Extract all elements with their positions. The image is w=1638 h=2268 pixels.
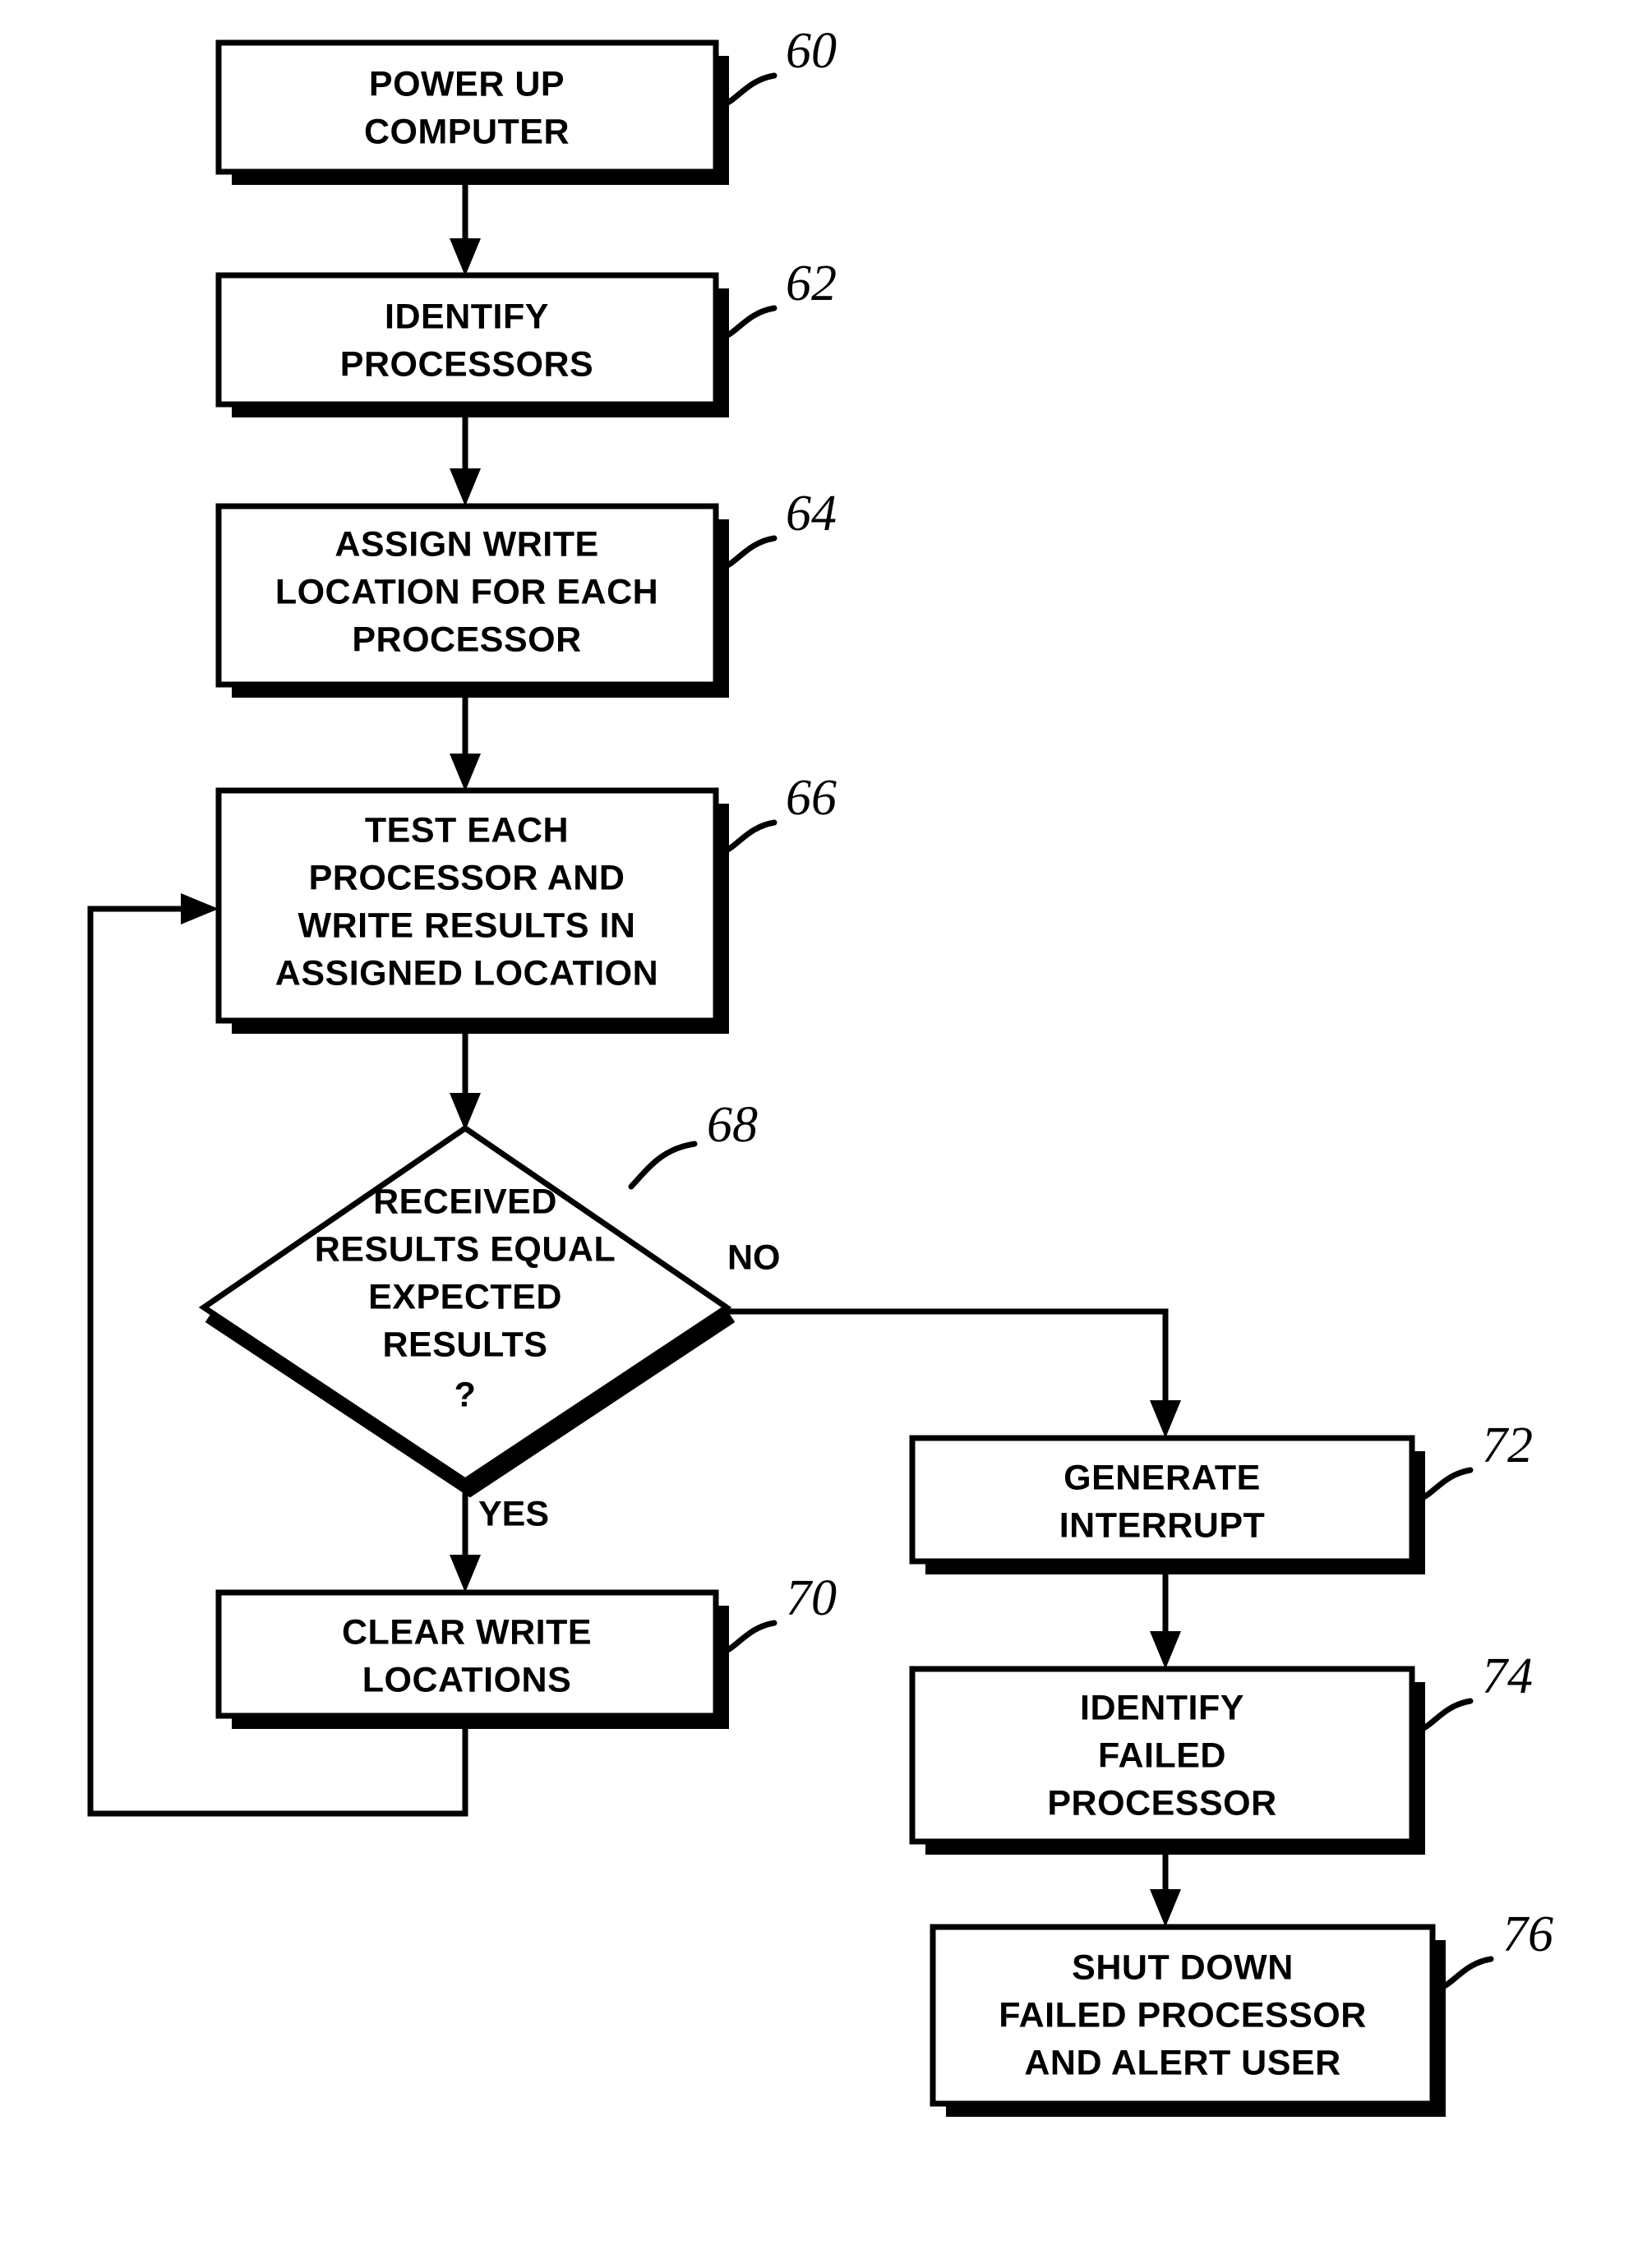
node-66-line-1: TEST EACH bbox=[365, 810, 569, 850]
node-66-line-2: PROCESSOR AND bbox=[309, 858, 625, 897]
node-74-line-1: IDENTIFY bbox=[1080, 1688, 1244, 1727]
node-64-line-3: PROCESSOR bbox=[352, 620, 581, 659]
flowchart-canvas: POWER UP COMPUTER 60 IDENTIFY PROCESSORS… bbox=[0, 0, 1638, 2268]
node-60-line-1: POWER UP bbox=[369, 64, 565, 104]
edge-62-to-64 bbox=[450, 413, 481, 506]
node-68-line-2: RESULTS EQUAL bbox=[315, 1229, 616, 1269]
edge-72-to-74 bbox=[1150, 1571, 1181, 1669]
node-70-line-2: LOCATIONS bbox=[362, 1660, 572, 1699]
edge-68-yes-to-70 bbox=[450, 1479, 481, 1593]
node-shut-down-failed-processor[interactable]: SHUT DOWN FAILED PROCESSOR AND ALERT USE… bbox=[930, 1924, 1446, 2117]
node-66-line-3: WRITE RESULTS IN bbox=[298, 906, 636, 945]
node-76-line-2: FAILED PROCESSOR bbox=[999, 1995, 1367, 2035]
edge-64-to-66 bbox=[450, 697, 481, 791]
node-assign-write-location[interactable]: ASSIGN WRITE LOCATION FOR EACH PROCESSOR bbox=[215, 503, 729, 698]
ref-number-70: 70 bbox=[786, 1570, 837, 1626]
ref-number-76: 76 bbox=[1502, 1906, 1553, 1962]
node-60-line-2: COMPUTER bbox=[364, 112, 570, 151]
node-68-line-1: RECEIVED bbox=[373, 1182, 557, 1221]
node-clear-write-locations[interactable]: CLEAR WRITE LOCATIONS bbox=[215, 1589, 729, 1729]
node-64-line-1: ASSIGN WRITE bbox=[335, 524, 598, 564]
edge-label-no: NO bbox=[727, 1238, 781, 1277]
ref-number-64: 64 bbox=[786, 486, 837, 542]
node-76-line-3: AND ALERT USER bbox=[1024, 2043, 1340, 2082]
ref-number-74: 74 bbox=[1482, 1648, 1533, 1704]
node-62-line-1: IDENTIFY bbox=[385, 297, 549, 336]
ref-number-72: 72 bbox=[1482, 1418, 1533, 1473]
node-70-line-1: CLEAR WRITE bbox=[342, 1612, 592, 1652]
node-68-line-4: RESULTS bbox=[383, 1325, 548, 1364]
node-74-line-3: PROCESSOR bbox=[1047, 1783, 1276, 1823]
edge-label-yes: YES bbox=[478, 1494, 549, 1533]
ref-number-62: 62 bbox=[786, 256, 837, 311]
node-72-line-2: INTERRUPT bbox=[1059, 1505, 1266, 1545]
node-68-line-3: EXPECTED bbox=[368, 1277, 562, 1316]
node-64-line-2: LOCATION FOR EACH bbox=[275, 572, 658, 611]
edge-68-no-to-72 bbox=[727, 1308, 1181, 1438]
edge-60-to-62 bbox=[450, 182, 481, 276]
ref-number-68: 68 bbox=[707, 1097, 758, 1153]
node-generate-interrupt[interactable]: GENERATE INTERRUPT bbox=[909, 1435, 1425, 1574]
node-identify-processors[interactable]: IDENTIFY PROCESSORS bbox=[215, 272, 729, 417]
ref-number-66: 66 bbox=[786, 770, 837, 826]
node-72-line-1: GENERATE bbox=[1064, 1458, 1261, 1497]
node-results-equal-decision[interactable]: RECEIVED RESULTS EQUAL EXPECTED RESULTS … bbox=[198, 1124, 736, 1498]
node-68-line-5: ? bbox=[454, 1375, 477, 1414]
node-76-line-1: SHUT DOWN bbox=[1072, 1948, 1294, 1987]
node-62-line-2: PROCESSORS bbox=[340, 344, 593, 384]
node-74-line-2: FAILED bbox=[1098, 1736, 1226, 1775]
ref-leader-68 bbox=[628, 1141, 698, 1190]
node-test-each-processor[interactable]: TEST EACH PROCESSOR AND WRITE RESULTS IN… bbox=[215, 787, 729, 1034]
ref-number-60: 60 bbox=[786, 23, 837, 79]
node-power-up-computer[interactable]: POWER UP COMPUTER bbox=[215, 39, 729, 185]
edge-74-to-76 bbox=[1150, 1842, 1181, 1927]
node-66-line-4: ASSIGNED LOCATION bbox=[275, 953, 658, 993]
flowchart-svg: POWER UP COMPUTER 60 IDENTIFY PROCESSORS… bbox=[87, 23, 1553, 2117]
node-identify-failed-processor[interactable]: IDENTIFY FAILED PROCESSOR bbox=[909, 1666, 1425, 1855]
edge-66-to-68 bbox=[450, 1034, 481, 1131]
